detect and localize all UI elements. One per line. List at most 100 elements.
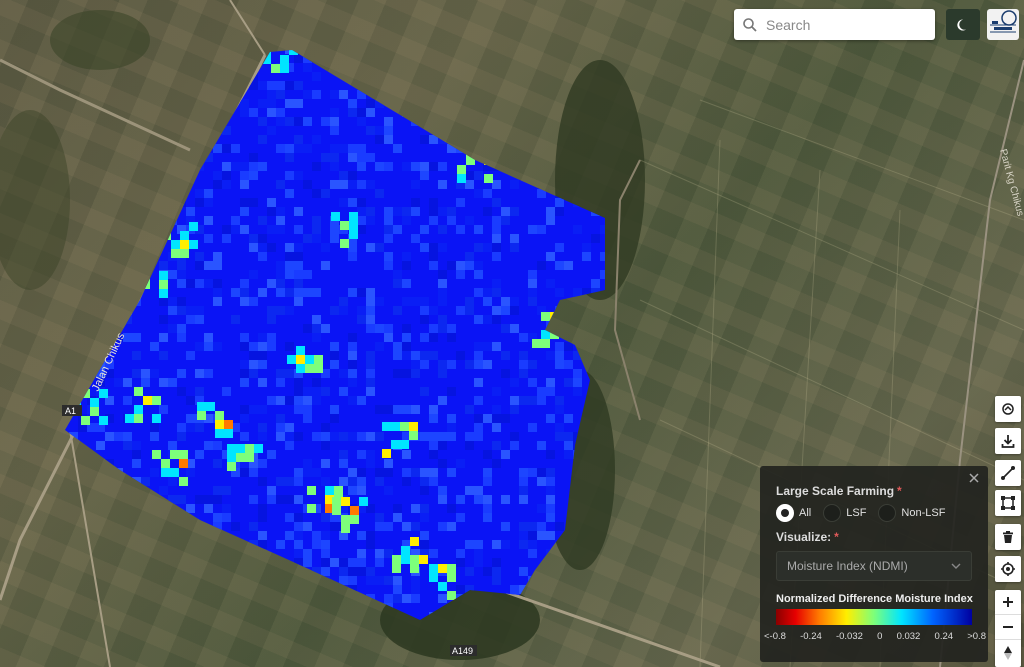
locate-button[interactable]	[995, 556, 1021, 582]
ndmi-pixel-hotspot	[410, 555, 419, 564]
ndmi-pixel-hotspot	[296, 355, 305, 364]
visualize-select[interactable]: Moisture Index (NDMI)	[776, 551, 972, 581]
ndmi-pixel	[447, 414, 456, 423]
ndmi-pixel	[105, 234, 114, 243]
search-box[interactable]	[734, 9, 935, 40]
ndmi-pixel-hotspot	[141, 280, 150, 289]
ndmi-pixel	[330, 225, 339, 234]
ndmi-pixel	[429, 414, 438, 423]
ndmi-pixel	[402, 369, 411, 378]
ndmi-pixel	[258, 243, 267, 252]
ndmi-pixel	[402, 594, 411, 603]
ndmi-pixel	[294, 54, 303, 63]
ndmi-pixel	[105, 585, 114, 594]
ndmi-pixel	[87, 180, 96, 189]
ndmi-pixel	[258, 531, 267, 540]
ndmi-pixel-hotspot	[341, 497, 350, 506]
ndmi-pixel	[366, 576, 375, 585]
ndmi-pixel	[528, 117, 537, 126]
ndmi-pixel	[402, 333, 411, 342]
ndmi-pixel	[240, 63, 249, 72]
ndmi-pixel	[249, 558, 258, 567]
ndmi-pixel	[456, 50, 465, 54]
ndmi-pixel	[429, 333, 438, 342]
ndmi-pixel	[114, 468, 123, 477]
draw-polygon-button[interactable]	[995, 490, 1021, 516]
zoom-out-button[interactable]	[995, 615, 1021, 640]
ndmi-pixel	[402, 72, 411, 81]
ndmi-pixel	[276, 369, 285, 378]
ndmi-pixel-hotspot	[550, 330, 559, 339]
radio-lsf[interactable]: LSF	[823, 504, 866, 522]
ndmi-pixel	[402, 279, 411, 288]
ndmi-pixel-hotspot	[400, 440, 409, 449]
legend-color-bar	[776, 609, 972, 625]
ndmi-pixel	[501, 414, 510, 423]
zoom-control	[995, 590, 1021, 667]
radio-non-lsf[interactable]: Non-LSF	[878, 504, 945, 522]
ndmi-pixel	[195, 117, 204, 126]
search-input[interactable]	[766, 16, 926, 33]
ndmi-pixel	[546, 117, 555, 126]
ndmi-pixel-hotspot	[349, 221, 358, 230]
ndmi-pixel	[483, 153, 492, 162]
ndmi-pixel	[420, 171, 429, 180]
ndmi-pixel	[303, 468, 312, 477]
ndmi-pixel	[285, 585, 294, 594]
ndmi-pixel	[384, 324, 393, 333]
ndmi-pixel	[474, 360, 483, 369]
ndmi-pixel	[65, 135, 69, 144]
ndmi-pixel	[492, 342, 501, 351]
ndmi-pixel	[465, 171, 474, 180]
compass-button[interactable]	[995, 640, 1021, 665]
ndmi-pixel	[123, 90, 132, 99]
zoom-in-button[interactable]	[995, 590, 1021, 615]
ndmi-pixel	[501, 297, 510, 306]
ndmi-pixel	[501, 72, 510, 81]
ndmi-pixel	[213, 603, 222, 612]
ndmi-pixel-hotspot	[179, 477, 188, 486]
ndmi-pixel	[528, 297, 537, 306]
delete-button[interactable]	[995, 524, 1021, 550]
ndmi-pixel	[366, 531, 375, 540]
ndmi-pixel	[393, 50, 402, 54]
ndmi-pixel	[240, 180, 249, 189]
ndmi-pixel	[411, 522, 420, 531]
theme-toggle-button[interactable]	[946, 9, 980, 40]
radio-dot-non-lsf[interactable]	[878, 504, 897, 522]
ndmi-pixel	[195, 279, 204, 288]
ndmi-pixel	[249, 198, 258, 207]
draw-line-button[interactable]	[995, 460, 1021, 486]
ndmi-pixel	[402, 261, 411, 270]
close-icon[interactable]	[968, 472, 980, 484]
ndmi-pixel	[438, 117, 447, 126]
ndmi-pixel	[213, 288, 222, 297]
ndmi-pixel	[222, 558, 231, 567]
ndmi-pixel	[339, 369, 348, 378]
ndmi-pixel	[474, 315, 483, 324]
ndmi-pixel	[348, 180, 357, 189]
ndmi-pixel-hotspot	[307, 504, 316, 513]
radio-dot-all[interactable]	[776, 504, 794, 522]
download-button[interactable]	[995, 428, 1021, 454]
ndmi-pixel	[591, 360, 600, 369]
radio-dot-lsf[interactable]	[823, 504, 842, 522]
ndmi-pixel	[573, 225, 582, 234]
ndmi-pixel	[186, 522, 195, 531]
layers-button[interactable]	[995, 396, 1021, 422]
ndmi-pixel	[195, 531, 204, 540]
ndmi-pixel	[321, 540, 330, 549]
ndmi-pixel	[276, 576, 285, 585]
ndmi-pixel	[375, 549, 384, 558]
ndmi-pixel	[339, 180, 348, 189]
ndmi-pixel	[402, 450, 411, 459]
ndmi-pixel	[96, 126, 105, 135]
ndmi-pixel	[141, 504, 150, 513]
ndmi-pixel	[492, 387, 501, 396]
radio-all[interactable]: All	[776, 504, 811, 522]
ndmi-pixel	[501, 369, 510, 378]
compass-icon	[1004, 645, 1012, 660]
ndmi-pixel-hotspot	[189, 222, 198, 231]
ndmi-pixel	[303, 180, 312, 189]
ndmi-pixel	[420, 513, 429, 522]
